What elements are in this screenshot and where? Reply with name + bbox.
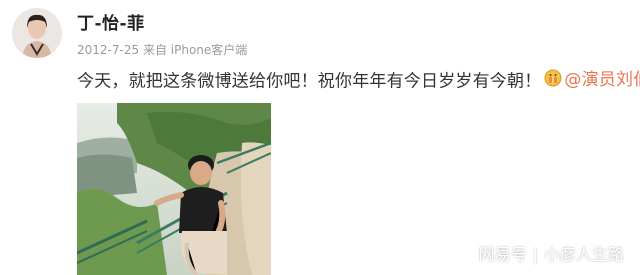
client-link[interactable]: iPhone客户端 xyxy=(171,43,248,57)
username[interactable]: 丁-怡-菲 xyxy=(77,9,145,34)
avatar[interactable] xyxy=(12,8,62,58)
watermark-account: 小彦人生路 xyxy=(543,245,624,264)
photo-image xyxy=(77,103,271,275)
gift-face-emoji-icon xyxy=(544,69,562,87)
watermark-separator: | xyxy=(532,245,538,264)
mention-text: @演员刘伯勋 xyxy=(564,70,640,90)
post-text: 今天，就把这条微博送给你吧！祝你年年有今日岁岁有今朝！ xyxy=(77,71,542,92)
post-meta: 2012-7-25 来自 iPhone客户端 xyxy=(77,41,247,58)
watermark-platform: 网易号 xyxy=(478,245,527,264)
post-text-line: 今天，就把这条微博送给你吧！祝你年年有今日岁岁有今朝！ @演员刘伯勋 xyxy=(77,65,640,92)
source-prefix: 来自 xyxy=(142,43,167,57)
watermark: 网易号 | 小彦人生路 xyxy=(479,241,624,265)
avatar-image xyxy=(12,8,62,58)
post-photo[interactable] xyxy=(77,103,271,275)
post-date[interactable]: 2012-7-25 xyxy=(77,43,139,57)
mention-link[interactable]: @演员刘伯勋 xyxy=(541,65,640,90)
